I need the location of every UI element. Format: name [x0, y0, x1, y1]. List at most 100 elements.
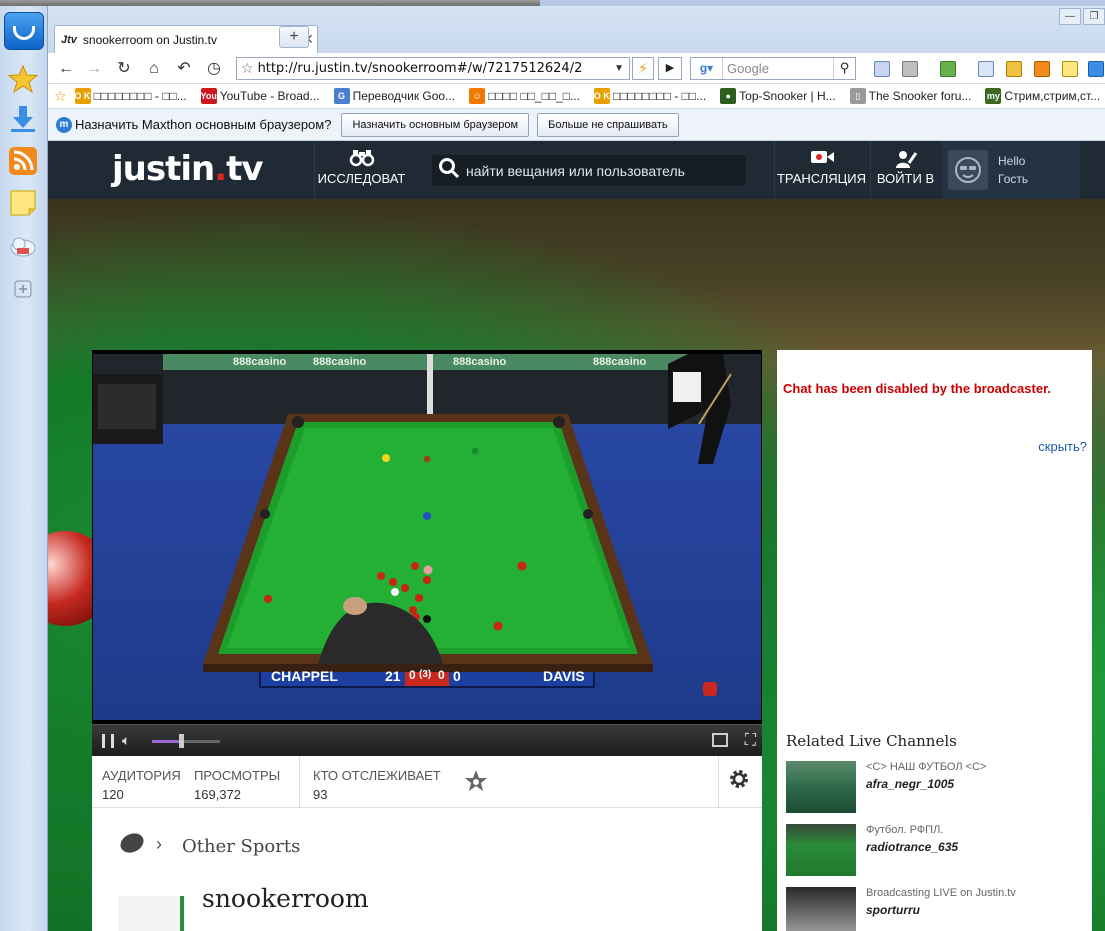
site-search-input[interactable]: найти вещания или пользователь: [432, 155, 746, 186]
fullscreen-icon[interactable]: ⛶: [745, 732, 756, 750]
svg-text:888casino: 888casino: [593, 356, 646, 368]
scoreboard-best-of: (3): [419, 669, 432, 680]
bookmark-item[interactable]: ☺ □□□□ □□_□□_□...: [469, 88, 580, 104]
window-controls: — ❐: [1057, 8, 1105, 25]
rss-icon[interactable]: [6, 144, 40, 178]
sidebar-toggle-icon[interactable]: [1088, 61, 1104, 77]
related-thumbnail[interactable]: [786, 824, 856, 876]
views-value: 169,372: [194, 787, 241, 802]
add-panel-icon[interactable]: [6, 272, 40, 306]
download-icon[interactable]: [6, 102, 40, 136]
refresh-icon[interactable]: ↻: [114, 59, 134, 79]
url-text[interactable]: http://ru.justin.tv/snookerroom#/w/72175…: [258, 61, 615, 76]
followers-stat: КТО ОТСЛЕЖИВАЕТ 93: [313, 766, 441, 804]
bookmark-favicon-icon: ▯: [849, 88, 866, 104]
page-content: justin.tv ИССЛЕДОВАТ найти вещания или п…: [48, 141, 1105, 931]
related-channel-item[interactable]: Футбол. РФПЛ. radiotrance_635: [786, 824, 1086, 880]
bookmark-favicon-icon: You: [201, 88, 217, 104]
history-icon[interactable]: ◷: [204, 59, 224, 79]
restore-button[interactable]: ❐: [1083, 8, 1105, 25]
minimize-button[interactable]: —: [1059, 8, 1081, 25]
pause-icon[interactable]: [102, 734, 114, 748]
bookmark-item[interactable]: SO KU □□□□□□□□ - □□...: [68, 88, 187, 104]
dont-ask-button[interactable]: Больше не спрашивать: [537, 112, 679, 137]
note-icon[interactable]: [1062, 61, 1078, 77]
bookmark-label: The Snooker foru...: [868, 89, 972, 103]
popout-icon[interactable]: [712, 733, 728, 747]
maxthon-logo-icon[interactable]: [4, 12, 44, 50]
bookmark-item[interactable]: ▯ The Snooker foru...: [849, 88, 972, 104]
search-box[interactable]: g▾ Google ⚲: [690, 57, 856, 80]
bookmark-star-icon[interactable]: ☆: [241, 60, 254, 77]
scoreboard-frames2: 0: [438, 668, 445, 682]
bookmark-item[interactable]: G Переводчик Goo...: [333, 88, 456, 104]
video-frame[interactable]: 888casino 888casino 888casino 888casino: [93, 354, 761, 720]
favorites-star-icon[interactable]: [6, 62, 40, 96]
screenshot-tool-icon[interactable]: [874, 61, 890, 77]
bookmark-label: Стрим,стрим,ст...: [1004, 89, 1101, 103]
search-icon[interactable]: ⚲: [833, 58, 855, 79]
bookmark-label: □□□□ □□_□□_□...: [488, 89, 581, 103]
bookmark-label: □□□□□□□□ - □□...: [613, 89, 707, 103]
camera-icon[interactable]: [902, 61, 918, 77]
hide-chat-link[interactable]: скрыть?: [1038, 439, 1087, 454]
volume-icon[interactable]: 🔈︎: [122, 732, 130, 749]
flash-icon[interactable]: ⚡: [632, 57, 654, 80]
justintv-logo[interactable]: justin.tv: [112, 149, 264, 189]
search-engine-google-icon[interactable]: g▾: [691, 58, 723, 79]
video-camera-icon: [775, 149, 868, 171]
bookmark-item[interactable]: my Стрим,стрим,ст...: [985, 88, 1100, 104]
related-thumbnail[interactable]: [786, 761, 856, 813]
football-icon: [117, 829, 147, 857]
set-default-button[interactable]: Назначить основным браузером: [341, 112, 530, 137]
channel-name[interactable]: snookerroom: [202, 884, 369, 913]
url-dropdown-icon[interactable]: ▼: [614, 63, 624, 74]
related-thumbnail[interactable]: [786, 887, 856, 931]
default-browser-notification: m Назначить Maxthon основным браузером? …: [48, 109, 1105, 141]
scoreboard: CHAPPEL 21 0 (3) 0 0 DAVIS: [261, 666, 593, 686]
zoom-icon[interactable]: [978, 61, 994, 77]
address-bar[interactable]: ☆ http://ru.justin.tv/snookerroom#/w/721…: [236, 57, 630, 80]
cloud-icon[interactable]: [6, 228, 40, 262]
category-link[interactable]: Other Sports: [182, 836, 300, 857]
settings-gear-icon[interactable]: [728, 768, 750, 796]
video-player[interactable]: 888casino 888casino 888casino 888casino: [92, 350, 762, 756]
channel-avatar[interactable]: [118, 896, 184, 931]
volume-knob[interactable]: [179, 734, 185, 748]
volume-slider[interactable]: [152, 740, 220, 743]
go-icon[interactable]: ▶: [658, 57, 682, 80]
related-channel-item[interactable]: <С> НАШ ФУТБОЛ <С> afra_negr_1005: [786, 761, 1086, 817]
related-user[interactable]: afra_negr_1005: [866, 777, 954, 791]
related-channel-item[interactable]: Broadcasting LIVE on Justin.tv sporturru: [786, 887, 1086, 931]
undo-close-icon[interactable]: ↶: [174, 59, 194, 79]
audience-value: 120: [102, 787, 124, 802]
feed-icon[interactable]: [1034, 61, 1050, 77]
related-user[interactable]: sporturru: [866, 903, 920, 917]
bookmark-item[interactable]: You YouTube - Broad...: [201, 88, 320, 104]
notes-icon[interactable]: [6, 186, 40, 220]
broadcast-button[interactable]: ТРАНСЛЯЦИЯ: [774, 141, 868, 199]
bookmark-list: SO KU □□□□□□□□ - □□... You YouTube - Broad.…: [68, 88, 1105, 104]
navigation-toolbar: ← → ↻ ⌂ ↶ ◷ ☆ http://ru.justin.tv/snooke…: [48, 53, 1105, 84]
bookmarks-star-icon[interactable]: ☆: [54, 88, 67, 105]
guest-label: Гость: [998, 172, 1029, 186]
search-placeholder[interactable]: Google: [723, 61, 833, 76]
bookmark-favicon-icon: SO KU: [588, 88, 616, 104]
bookmark-item[interactable]: SO KU □□□□□□□□ - □□...: [588, 88, 707, 104]
follow-star-icon[interactable]: [464, 769, 488, 799]
back-icon[interactable]: ←: [56, 59, 76, 79]
user-menu[interactable]: Hello Гость: [942, 141, 1080, 199]
forward-icon[interactable]: →: [84, 59, 104, 79]
related-user[interactable]: radiotrance_635: [866, 840, 958, 854]
explore-button[interactable]: ИССЛЕДОВАТ: [314, 141, 408, 199]
tab-bar: Jtv snookerroom on Justin.tv ✕ + — ❐: [48, 6, 1105, 53]
home-icon[interactable]: ⌂: [144, 59, 164, 79]
login-button[interactable]: ВОЙТИ В: [870, 141, 940, 199]
bookmark-favicon-icon: G: [333, 88, 350, 104]
bookmark-label: Переводчик Goo...: [352, 89, 456, 103]
new-tab-button[interactable]: +: [279, 26, 309, 48]
eraser-icon[interactable]: [1006, 61, 1022, 77]
translate-icon[interactable]: [940, 61, 956, 77]
stats-divider: [299, 756, 300, 808]
bookmark-item[interactable]: ● Top-Snooker | H...: [720, 88, 836, 104]
